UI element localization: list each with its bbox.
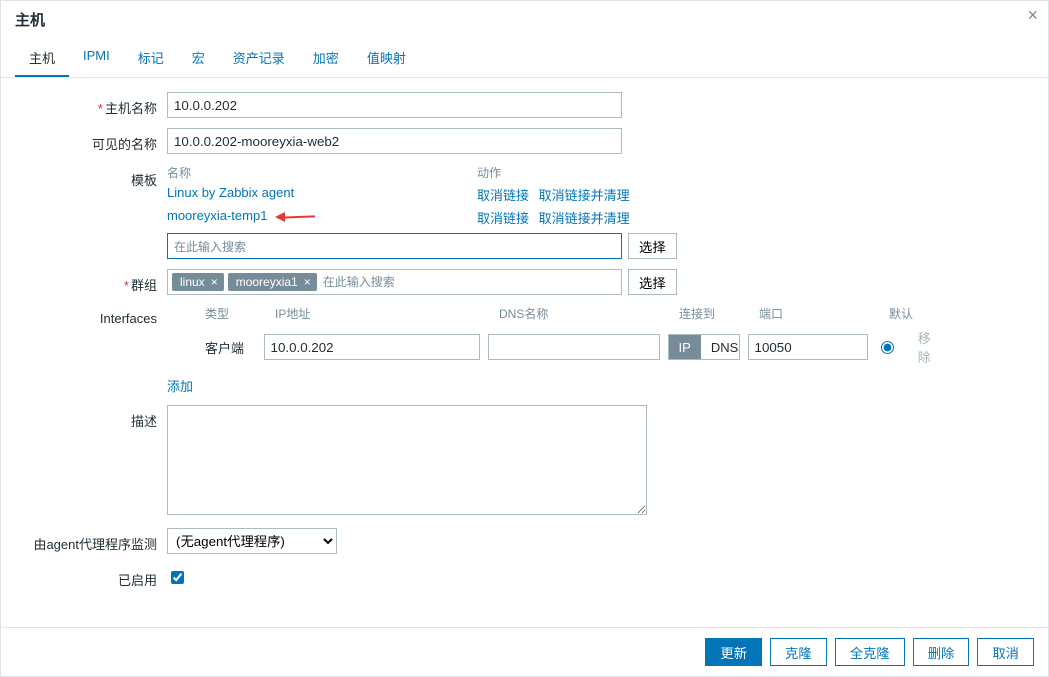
template-unlink[interactable]: 取消链接 (477, 211, 529, 226)
iface-type: 客户端 (205, 338, 264, 357)
template-search-input[interactable] (167, 233, 622, 259)
groups-search-input[interactable] (321, 274, 617, 290)
visible-name-input[interactable] (167, 128, 622, 154)
label-description: 描述 (17, 405, 167, 430)
group-tag: linux × (172, 273, 224, 291)
iface-port-input[interactable] (748, 334, 868, 360)
annotation-arrow-icon (275, 210, 315, 224)
iface-default-radio[interactable] (881, 341, 894, 354)
iface-connect-toggle: IP DNS (668, 334, 740, 360)
iface-connect-ip[interactable]: IP (669, 335, 701, 359)
description-textarea[interactable] (167, 405, 647, 515)
group-tag-remove-icon[interactable]: × (304, 275, 311, 289)
tab-valuemap[interactable]: 值映射 (353, 42, 420, 77)
tab-tags[interactable]: 标记 (124, 42, 178, 77)
group-tag: mooreyxia1 × (228, 273, 317, 291)
tab-ipmi[interactable]: IPMI (69, 42, 124, 77)
iface-header-dns: DNS名称 (499, 305, 679, 322)
iface-ip-input[interactable] (264, 334, 480, 360)
label-monitored-by: 由agent代理程序监测 (17, 528, 167, 553)
enabled-checkbox[interactable] (171, 571, 184, 584)
groups-multiselect[interactable]: linux × mooreyxia1 × (167, 269, 622, 295)
template-header-name: 名称 (167, 164, 477, 181)
template-link[interactable]: Linux by Zabbix agent (167, 185, 294, 200)
template-link[interactable]: mooreyxia-temp1 (167, 208, 267, 223)
iface-dns-input[interactable] (488, 334, 660, 360)
template-row: Linux by Zabbix agent 取消链接 取消链接并清理 (167, 185, 767, 204)
clone-button[interactable]: 克隆 (770, 638, 827, 666)
delete-button[interactable]: 删除 (913, 638, 970, 666)
group-tag-label: linux (180, 275, 205, 289)
label-groups: *群组 (17, 269, 167, 294)
host-name-input[interactable] (167, 92, 622, 118)
full-clone-button[interactable]: 全克隆 (835, 638, 905, 666)
tab-host[interactable]: 主机 (15, 42, 69, 77)
template-unlink-clear[interactable]: 取消链接并清理 (539, 211, 630, 226)
iface-header-default: 默认 (889, 305, 939, 322)
label-host-name: *主机名称 (17, 92, 167, 117)
iface-header-connect: 连接到 (679, 305, 759, 322)
iface-header-ip: IP地址 (275, 305, 499, 322)
label-visible-name: 可见的名称 (17, 128, 167, 153)
interface-row: 客户端 IP DNS 移除 (167, 328, 947, 366)
label-interfaces: Interfaces (17, 305, 167, 326)
tab-encryption[interactable]: 加密 (299, 42, 353, 77)
template-unlink[interactable]: 取消链接 (477, 188, 529, 203)
form-body: *主机名称 可见的名称 模板 名称 动作 Linux by Zabbix age… (1, 78, 1048, 607)
tab-macros[interactable]: 宏 (178, 42, 219, 77)
dialog-title: 主机 (1, 1, 1048, 38)
iface-add-link[interactable]: 添加 (167, 379, 193, 394)
template-row: mooreyxia-temp1 取消链接 取消链接并清理 (167, 208, 767, 227)
group-tag-remove-icon[interactable]: × (211, 275, 218, 289)
update-button[interactable]: 更新 (705, 638, 762, 666)
label-templates: 模板 (17, 164, 167, 189)
dialog-footer: 更新 克隆 全克隆 删除 取消 (1, 627, 1048, 676)
proxy-select[interactable]: (无agent代理程序) (167, 528, 337, 554)
iface-remove-link[interactable]: 移除 (918, 331, 931, 365)
groups-select-button[interactable]: 选择 (628, 269, 677, 295)
iface-header-type: 类型 (205, 305, 275, 322)
tab-inventory[interactable]: 资产记录 (219, 42, 299, 77)
iface-header-port: 端口 (759, 305, 889, 322)
tabs: 主机 IPMI 标记 宏 资产记录 加密 值映射 (1, 38, 1048, 78)
iface-connect-dns[interactable]: DNS (701, 335, 748, 359)
host-dialog: × 主机 主机 IPMI 标记 宏 资产记录 加密 值映射 *主机名称 可见的名… (0, 0, 1049, 677)
template-header-action: 动作 (477, 164, 501, 181)
label-enabled: 已启用 (17, 564, 167, 589)
group-tag-label: mooreyxia1 (236, 275, 298, 289)
cancel-button[interactable]: 取消 (977, 638, 1034, 666)
template-select-button[interactable]: 选择 (628, 233, 677, 259)
template-unlink-clear[interactable]: 取消链接并清理 (539, 188, 630, 203)
close-icon[interactable]: × (1027, 5, 1038, 26)
